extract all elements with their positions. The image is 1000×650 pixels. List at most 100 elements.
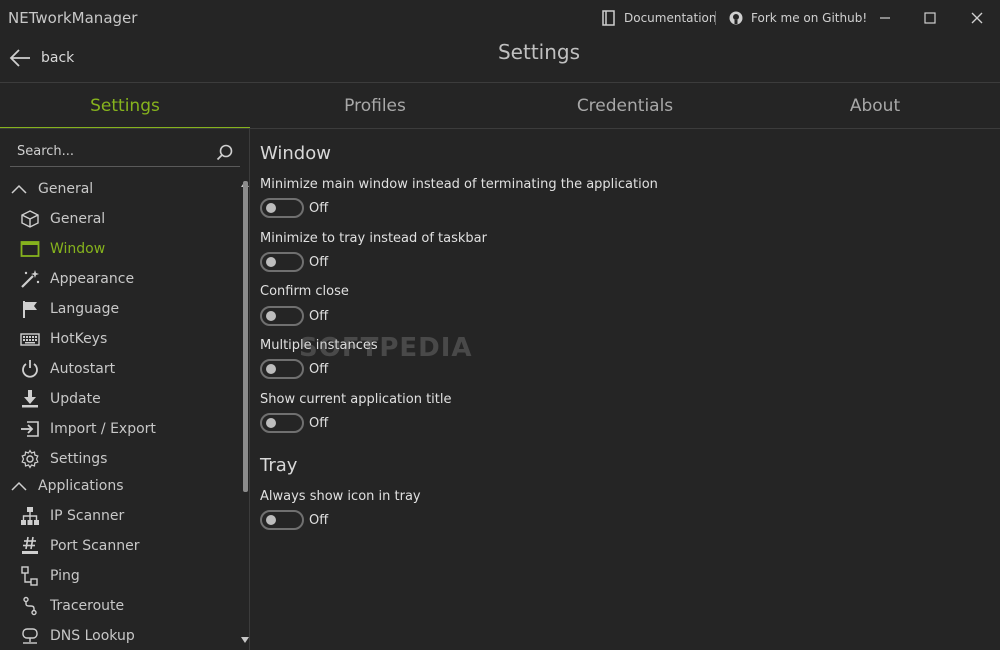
scroll-down-arrow[interactable] [241, 637, 249, 643]
toggle-state: Off [309, 308, 329, 324]
toggle-minimize-main-window[interactable]: Off [260, 198, 328, 218]
sidebar-item-ip-scanner[interactable]: IP Scanner [20, 503, 240, 529]
chevron-up-icon [11, 184, 27, 194]
app-title: NETworkManager [8, 9, 138, 27]
documentation-link[interactable]: Documentation [601, 10, 717, 26]
sidebar-item-settings[interactable]: Settings [20, 446, 240, 472]
toggle-state: Off [309, 200, 329, 216]
option-label: Minimize main window instead of terminat… [260, 177, 658, 192]
scrollbar-thumb[interactable] [243, 181, 248, 492]
sidebar-item-label: General [50, 211, 106, 227]
close-button[interactable] [963, 6, 991, 30]
sidebar-item-language[interactable]: Language [20, 296, 240, 322]
github-icon [728, 10, 744, 26]
sidebar-item-dns-lookup[interactable]: DNS Lookup [20, 623, 240, 649]
search-box [10, 139, 240, 167]
tab-profiles[interactable]: Profiles [250, 83, 500, 129]
search-input[interactable] [17, 144, 207, 159]
sidebar-item-label: IP Scanner [50, 508, 125, 524]
toggle-knob [266, 364, 276, 374]
toggle-switch[interactable] [260, 306, 304, 326]
toggle-switch[interactable] [260, 510, 304, 530]
hash-icon [20, 536, 40, 556]
toggle-state: Off [309, 361, 329, 377]
settings-content: Window Minimize main window instead of t… [250, 129, 1000, 650]
tab-credentials[interactable]: Credentials [500, 83, 750, 129]
search-icon[interactable] [216, 144, 234, 166]
sidebar-item-traceroute[interactable]: Traceroute [20, 593, 240, 619]
sidebar-item-label: Port Scanner [50, 538, 140, 554]
option-label: Always show icon in tray [260, 489, 421, 504]
toggle-state: Off [309, 254, 329, 270]
sidebar-item-label: Autostart [50, 361, 116, 377]
sidebar-item-label: Traceroute [50, 598, 125, 614]
sidebar-item-update[interactable]: Update [20, 386, 240, 412]
sidebar-item-ping[interactable]: Ping [20, 563, 240, 589]
download-icon [20, 389, 40, 409]
sidebar-item-label: HotKeys [50, 331, 108, 347]
toggle-switch[interactable] [260, 198, 304, 218]
import-icon [20, 419, 40, 439]
ping-icon [20, 566, 40, 586]
minimize-button[interactable] [871, 6, 899, 30]
title-bar: NETworkManager Documentation Fork me on … [0, 0, 1000, 36]
tab-bar: Settings Profiles Credentials About [0, 83, 1000, 129]
tab-about[interactable]: About [750, 83, 1000, 129]
page-title: Settings [497, 40, 581, 64]
sidebar-item-label: Appearance [50, 271, 135, 287]
group-applications[interactable]: Applications [10, 478, 124, 494]
network-tree-icon [20, 506, 40, 526]
sidebar: General General Window Appearance Langua… [0, 129, 250, 650]
group-label: General [38, 181, 94, 197]
sidebar-item-label: Language [50, 301, 120, 317]
back-label: back [41, 50, 75, 66]
book-icon [601, 10, 617, 26]
github-label: Fork me on Github! [751, 11, 868, 25]
arrow-left-icon [9, 49, 30, 67]
toggle-switch[interactable] [260, 359, 304, 379]
sidebar-item-window[interactable]: Window [20, 236, 240, 262]
toggle-knob [266, 418, 276, 428]
sidebar-item-label: Update [50, 391, 101, 407]
section-title: Window [260, 143, 331, 164]
sidebar-item-general[interactable]: General [20, 206, 240, 232]
toggle-switch[interactable] [260, 413, 304, 433]
toggle-show-app-title[interactable]: Off [260, 413, 328, 433]
option-label: Multiple instances [260, 338, 378, 353]
option-label: Confirm close [260, 284, 349, 299]
magic-wand-icon [20, 269, 40, 289]
toggle-multiple-instances[interactable]: Off [260, 359, 328, 379]
divider [715, 11, 716, 25]
toggle-state: Off [309, 512, 329, 528]
toggle-knob [266, 203, 276, 213]
tab-settings[interactable]: Settings [0, 83, 250, 129]
option-label: Minimize to tray instead of taskbar [260, 231, 487, 246]
sidebar-item-label: Import / Export [50, 421, 156, 437]
github-link[interactable]: Fork me on Github! [728, 10, 867, 26]
sidebar-item-label: Ping [50, 568, 80, 584]
cube-icon [20, 209, 40, 229]
dns-icon [20, 626, 40, 646]
maximize-button[interactable] [916, 6, 944, 30]
toggle-switch[interactable] [260, 252, 304, 272]
group-general[interactable]: General [10, 181, 93, 197]
toggle-minimize-to-tray[interactable]: Off [260, 252, 328, 272]
back-button[interactable]: back [9, 49, 74, 67]
sidebar-item-appearance[interactable]: Appearance [20, 266, 240, 292]
minimize-icon [880, 17, 890, 19]
flag-icon [20, 299, 40, 319]
route-icon [20, 596, 40, 616]
close-icon [971, 12, 983, 24]
chevron-up-icon [11, 481, 27, 491]
sidebar-item-hotkeys[interactable]: HotKeys [20, 326, 240, 352]
toggle-always-show-tray-icon[interactable]: Off [260, 510, 328, 530]
toggle-knob [266, 515, 276, 525]
documentation-label: Documentation [624, 11, 717, 25]
toggle-confirm-close[interactable]: Off [260, 306, 328, 326]
maximize-icon [924, 12, 936, 24]
sidebar-item-port-scanner[interactable]: Port Scanner [20, 533, 240, 559]
sidebar-item-import-export[interactable]: Import / Export [20, 416, 240, 442]
sidebar-item-label: DNS Lookup [50, 628, 135, 644]
section-title: Tray [260, 455, 298, 476]
sidebar-item-autostart[interactable]: Autostart [20, 356, 240, 382]
